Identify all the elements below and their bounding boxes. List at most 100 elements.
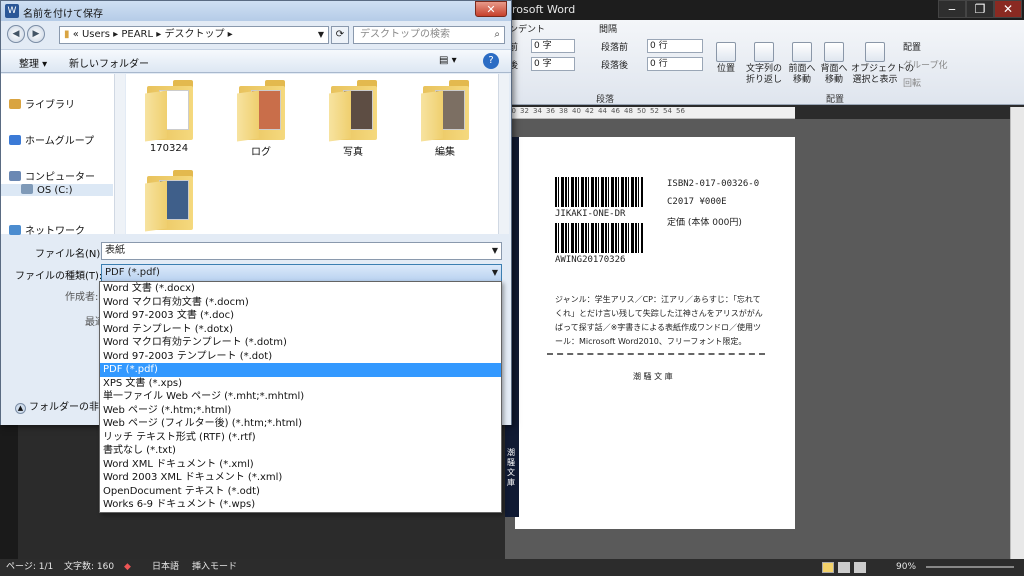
filetype-option[interactable]: 単一ファイル Web ページ (*.mht;*.mhtml) (100, 390, 501, 404)
hide-folders-button[interactable]: ▲ フォルダーの非表 (15, 398, 109, 414)
spine-publisher-text: 潮騒文庫 (507, 448, 515, 487)
view-options-icon[interactable]: ▤ ▾ (439, 55, 457, 66)
space-before-input[interactable]: 0 行 (647, 39, 703, 53)
filetype-dropdown-list: Word 文書 (*.docx) Word マクロ有効文書 (*.docm) W… (99, 281, 502, 513)
nav-scrollbar[interactable] (114, 74, 125, 234)
folder-item[interactable]: 写真 (322, 78, 384, 158)
filetype-option[interactable]: Word 97-2003 文書 (*.doc) (100, 309, 501, 323)
nav-item-computer[interactable]: コンピューター (9, 168, 95, 183)
filename-label: ファイル名(N): (35, 249, 104, 260)
divider-line (547, 353, 765, 355)
filetype-option[interactable]: Word XML ドキュメント (*.xml) (100, 458, 501, 472)
filetype-option[interactable]: Works 6-9 ドキュメント (*.wps) (100, 498, 501, 512)
filetype-option[interactable]: 書式なし (*.txt) (100, 444, 501, 458)
c-code-text: C2017 ¥000E (667, 197, 727, 207)
filetype-option[interactable]: Word マクロ有効文書 (*.docm) (100, 296, 501, 310)
nav-item-libraries[interactable]: ライブラリ (9, 96, 75, 111)
navigation-pane: ライブラリ ホームグループ コンピューター OS (C:) ネットワーク (1, 74, 125, 237)
group-button[interactable]: グループ化 (903, 58, 947, 71)
vertical-scrollbar[interactable] (1010, 107, 1024, 559)
folder-item[interactable]: 編集 (414, 78, 476, 158)
publisher-text: 潮 騒 文 庫 (633, 372, 673, 381)
ruler-tick: 52 (650, 107, 659, 115)
document-page[interactable]: JIKAKI-ONE-DR AWING20170326 ISBN2-017-00… (515, 137, 795, 529)
barcode-2-text: AWING20170326 (555, 255, 626, 265)
folder-item[interactable] (138, 168, 200, 233)
web-layout-icon[interactable] (854, 562, 866, 573)
ruler-tick: 54 (663, 107, 672, 115)
send-backward-button[interactable]: 背面へ 移動 (819, 42, 849, 86)
selection-pane-icon (865, 42, 885, 62)
address-bar[interactable]: ▮ « Users ▸ PEARL ▸ デスクトップ ▸ ▼ (59, 26, 329, 44)
barcode-2 (555, 223, 643, 253)
folder-icon (419, 78, 471, 142)
drive-icon (21, 184, 33, 194)
filetype-option[interactable]: Web ページ (*.htm;*.html) (100, 404, 501, 418)
indent-left-input[interactable]: 0 字 (531, 39, 575, 53)
folder-icon (235, 78, 287, 142)
zoom-level[interactable]: 90% (896, 559, 916, 576)
maximize-button[interactable]: ❐ (966, 0, 994, 18)
chevron-up-icon: ▲ (15, 403, 26, 414)
organize-menu[interactable]: 整理 ▾ (19, 55, 47, 70)
close-button[interactable]: ✕ (994, 0, 1022, 18)
search-input[interactable]: デスクトップの検索 ⌕ (353, 26, 505, 44)
zoom-slider[interactable] (926, 566, 1014, 568)
filetype-option[interactable]: Word 97-2003 テンプレート (*.dot) (100, 350, 501, 364)
filetype-option[interactable]: Word 文書 (*.docx) (100, 282, 501, 296)
minimize-button[interactable]: ‒ (938, 0, 966, 18)
status-bar: ページ: 1/1 文字数: 160 ◆ 日本語 挿入モード 90% (0, 559, 1024, 576)
barcode-1 (555, 177, 643, 207)
indent-right-input[interactable]: 0 字 (531, 57, 575, 71)
folder-icon (327, 78, 379, 142)
filetype-option[interactable]: XPS 文書 (*.xps) (100, 377, 501, 391)
forward-button[interactable]: ▶ (27, 25, 45, 43)
selection-pane-button[interactable]: オブジェクトの 選択と表示 (851, 42, 914, 86)
refresh-button[interactable]: ⟳ (331, 26, 349, 44)
filetype-select[interactable]: PDF (*.pdf) ▼ (101, 264, 502, 282)
file-list-scrollbar[interactable] (498, 74, 509, 234)
folder-item[interactable]: 170324 (138, 78, 200, 154)
folder-icon: ▮ (64, 29, 73, 40)
chevron-down-icon: ▼ (491, 246, 498, 255)
space-after-label: 段落後 (601, 61, 629, 71)
search-icon: ⌕ (494, 29, 500, 40)
folder-item[interactable]: ログ (230, 78, 292, 158)
ruler-tick: 38 (559, 107, 568, 115)
file-list: 170324 ログ 写真 編集 (126, 74, 498, 234)
word-window-title: rosoft Word (512, 3, 576, 16)
ruler-tick: 50 (637, 107, 646, 115)
filetype-option[interactable]: リッチ テキスト形式 (RTF) (*.rtf) (100, 431, 501, 445)
filetype-option[interactable]: Word テンプレート (*.dotx) (100, 323, 501, 337)
filetype-option-selected[interactable]: PDF (*.pdf) (100, 363, 501, 377)
proofing-icon[interactable]: ◆ (124, 559, 131, 576)
nav-item-os-drive[interactable]: OS (C:) (1, 184, 113, 196)
nav-item-homegroup[interactable]: ホームグループ (9, 132, 94, 147)
help-icon[interactable]: ? (483, 53, 499, 69)
wrap-text-button[interactable]: 文字列の 折り返し (743, 42, 785, 86)
filename-input[interactable]: 表紙 ▼ (101, 242, 502, 260)
position-button[interactable]: 位置 (711, 42, 741, 75)
ruler-tick: 42 (585, 107, 594, 115)
space-after-input[interactable]: 0 行 (647, 57, 703, 71)
filetype-option[interactable]: OpenDocument テキスト (*.odt) (100, 485, 501, 499)
folder-icon (143, 78, 195, 142)
align-button[interactable]: 配置 (903, 40, 921, 53)
word-app-icon: W (5, 4, 19, 18)
dialog-close-button[interactable]: ✕ (475, 1, 507, 17)
filetype-option[interactable]: Word 2003 XML ドキュメント (*.xml) (100, 471, 501, 485)
filetype-option[interactable]: Web ページ (フィルター後) (*.htm;*.html) (100, 417, 501, 431)
price-text: 定価 (本体 000円) (667, 218, 742, 228)
back-button[interactable]: ◀ (7, 25, 25, 43)
print-layout-icon[interactable] (822, 562, 834, 573)
insert-mode-indicator[interactable]: 挿入モード (192, 559, 237, 576)
page-count[interactable]: ページ: 1/1 (6, 559, 53, 576)
word-count[interactable]: 文字数: 160 (64, 559, 114, 576)
full-screen-icon[interactable] (838, 562, 850, 573)
rotate-button[interactable]: 回転 (903, 76, 921, 89)
position-icon (716, 42, 736, 62)
new-folder-button[interactable]: 新しいフォルダー (69, 55, 149, 70)
filetype-option[interactable]: Word マクロ有効テンプレート (*.dotm) (100, 336, 501, 350)
language-indicator[interactable]: 日本語 (152, 559, 179, 576)
bring-forward-button[interactable]: 前面へ 移動 (787, 42, 817, 86)
